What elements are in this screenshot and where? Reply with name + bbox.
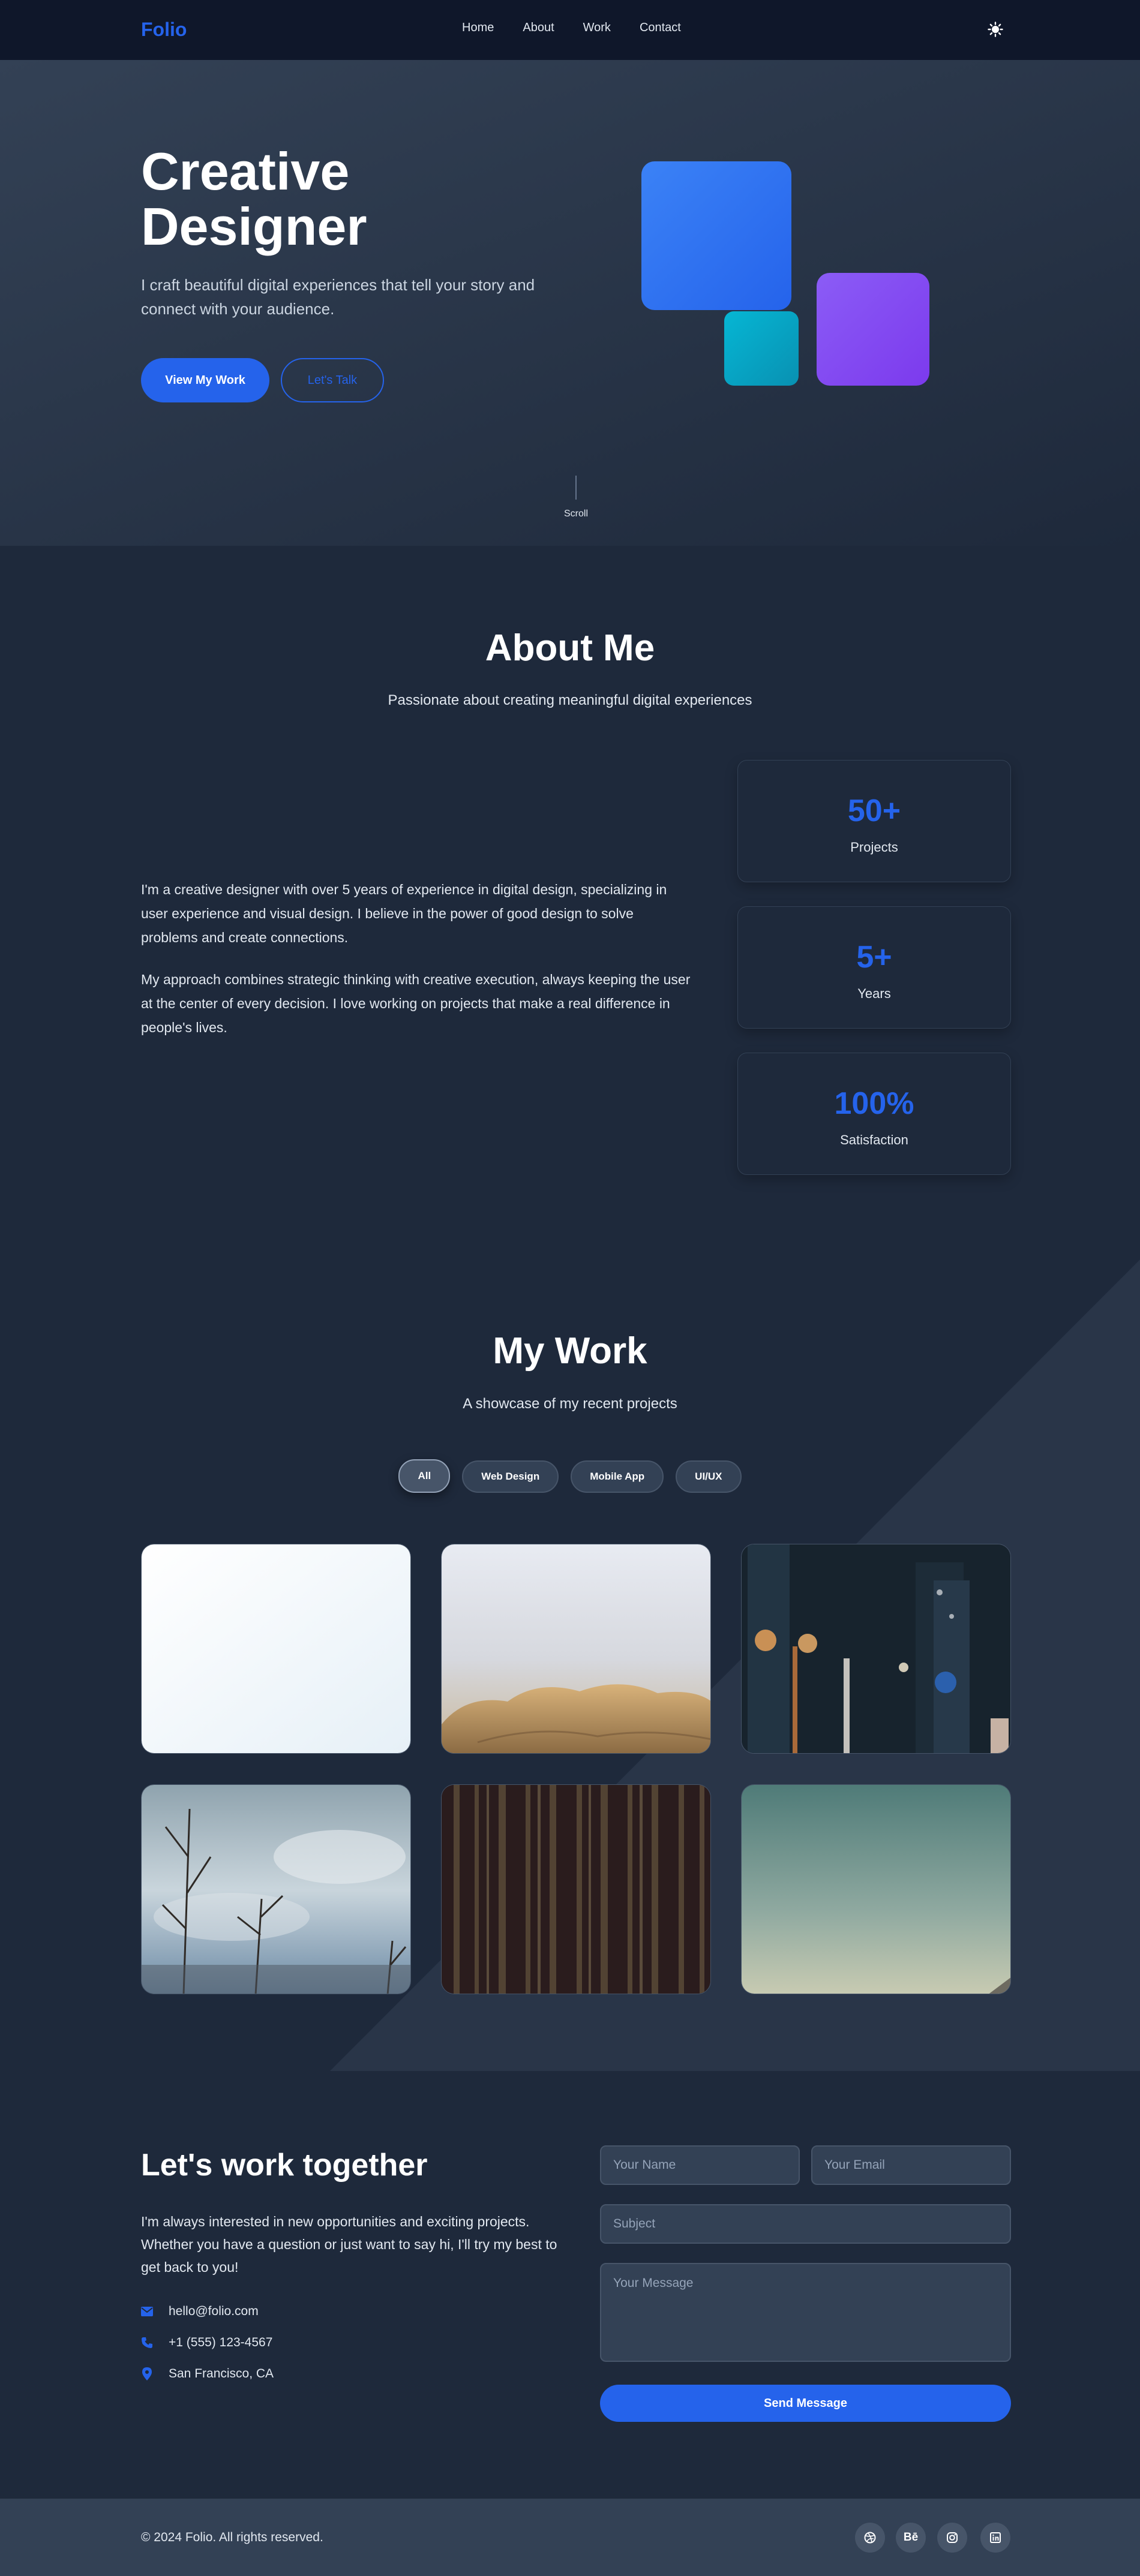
name-field[interactable] [600,2145,800,2185]
project-card[interactable] [141,1544,411,1754]
stat-card-projects: 50+ Projects [737,760,1011,882]
project-thumbnail [142,1785,410,1994]
nav-link-home[interactable]: Home [462,21,494,35]
project-card[interactable] [741,1544,1011,1754]
dribbble-icon [864,2532,876,2544]
message-field[interactable] [600,2263,1011,2362]
hero-shape-blue [641,161,791,310]
stat-label: Projects [850,840,898,855]
work-subtitle: A showcase of my recent projects [463,1396,677,1412]
instagram-icon [947,2532,958,2543]
stat-value: 50+ [847,793,901,828]
lets-talk-button[interactable]: Let's Talk [281,358,384,402]
linkedin-link[interactable] [980,2523,1010,2553]
phone-icon [141,2337,153,2349]
hero-title-line-1: Creative [141,142,350,201]
stat-label: Satisfaction [840,1132,908,1147]
send-message-button[interactable]: Send Message [600,2385,1011,2422]
stat-card-years: 5+ Years [737,906,1011,1029]
theme-toggle-button[interactable] [986,20,1005,39]
filter-mobile-app-button[interactable]: Mobile App [571,1460,664,1493]
map-pin-icon [141,2367,153,2380]
hero-section: Creative Designer I craft beautiful digi… [0,60,1140,546]
dribbble-link[interactable] [855,2523,885,2553]
about-subtitle: Passionate about creating meaningful dig… [388,692,752,708]
sun-icon [988,22,1003,37]
project-thumbnail [742,1544,1010,1753]
contact-title: Let's work together [141,2148,428,2183]
stat-label: Years [857,986,891,1001]
linkedin-icon [990,2532,1001,2543]
subject-field[interactable] [600,2204,1011,2244]
work-filters: All Web Design Mobile App UI/UX [0,1459,1140,1493]
envelope-icon [141,2306,153,2318]
copyright: © 2024 Folio. All rights reserved. [141,2530,323,2544]
hero-title: Creative Designer [141,144,477,254]
work-title: My Work [493,1330,647,1372]
nav-links: Home About Work Contact [462,21,681,35]
stat-value: 100% [834,1086,914,1121]
stat-value: 5+ [856,940,892,975]
project-thumbnail [442,1785,710,1994]
nav-link-contact[interactable]: Contact [640,21,681,35]
instagram-link[interactable] [937,2523,967,2553]
hero-shape-cyan [724,311,799,386]
view-my-work-button[interactable]: View My Work [141,358,269,402]
project-card[interactable] [741,1784,1011,1994]
behance-link[interactable]: Bē [896,2523,926,2553]
behance-icon: Bē [903,2531,919,2544]
scroll-indicator-line [575,476,577,500]
project-thumbnail [142,1544,410,1753]
project-card[interactable] [441,1544,711,1754]
project-thumbnail [442,1544,710,1753]
footer: © 2024 Folio. All rights reserved. Bē [0,2499,1140,2576]
nav-link-about[interactable]: About [523,21,554,35]
stat-card-satisfaction: 100% Satisfaction [737,1053,1011,1175]
scroll-label: Scroll [563,509,588,519]
contact-email[interactable]: hello@folio.com [141,2304,259,2319]
hero-title-line-2: Designer [141,197,367,256]
project-card[interactable] [441,1784,711,1994]
email-field[interactable] [811,2145,1011,2185]
about-paragraph: I'm a creative designer with over 5 year… [141,882,667,945]
top-nav: Folio Home About Work Contact [0,0,1140,60]
about-title: About Me [485,627,655,669]
contact-location: San Francisco, CA [141,2367,274,2381]
about-text: I'm a creative designer with over 5 year… [141,877,693,1039]
logo[interactable]: Folio [141,19,187,41]
hero-shape-purple [817,273,929,386]
nav-link-work[interactable]: Work [583,21,611,35]
contact-email-text: hello@folio.com [169,2304,259,2318]
contact-text: I'm always interested in new opportuniti… [141,2214,557,2275]
filter-web-design-button[interactable]: Web Design [462,1460,559,1493]
about-paragraph: My approach combines strategic thinking … [141,972,691,1035]
contact-phone[interactable]: +1 (555) 123-4567 [141,2335,272,2350]
hero-subtitle: I craft beautiful digital experiences th… [141,276,535,318]
contact-phone-text: +1 (555) 123-4567 [169,2335,273,2349]
contact-location-text: San Francisco, CA [169,2367,274,2380]
filter-all-button[interactable]: All [398,1459,451,1493]
project-card[interactable] [141,1784,411,1994]
project-thumbnail [742,1785,1010,1994]
filter-uiux-button[interactable]: UI/UX [676,1460,742,1493]
